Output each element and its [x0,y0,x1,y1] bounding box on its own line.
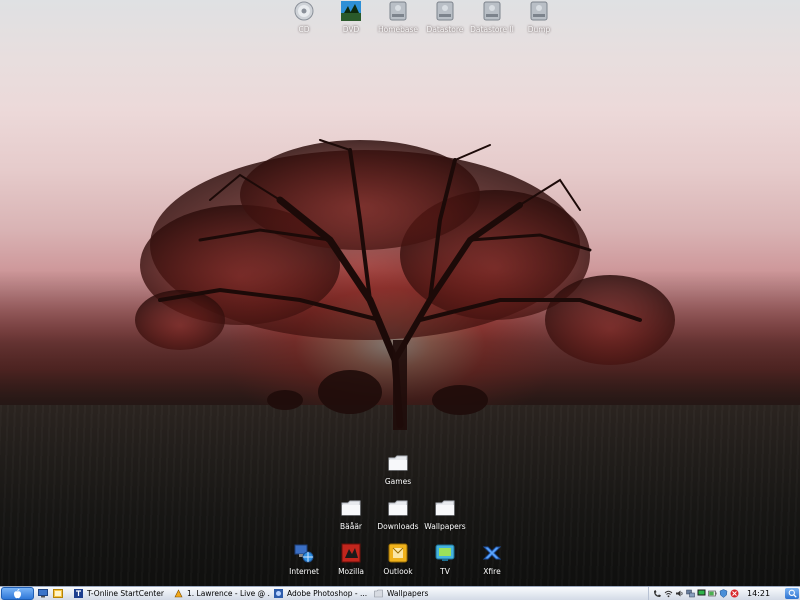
baaar-folder-label: Bäåär [339,522,363,531]
internet-label: Internet [289,567,319,576]
downloads-folder-label: Downloads [377,522,419,531]
network-globe-icon [294,544,314,563]
folder-icon [388,455,408,471]
tv-shortcut[interactable]: TV [418,542,472,576]
task-wallpapers[interactable]: Wallpapers [372,587,470,600]
winamp-icon [174,589,183,598]
show-desktop-quicklaunch[interactable] [37,588,49,599]
games-folder[interactable]: Games [371,452,425,486]
mozilla-shortcut[interactable]: Mozilla [324,542,378,576]
homebase-drive[interactable]: Homebase [371,0,425,34]
phone-icon[interactable] [653,589,662,598]
monitor-icon[interactable] [697,589,706,598]
shield-icon[interactable] [719,589,728,598]
wireless-icon[interactable] [664,589,673,598]
taskbar: T-Online StartCenter 1. Lawrence - Live … [0,586,800,600]
task-t-online-label: T-Online StartCenter [87,589,164,598]
dvd-drive-label: DVD [342,25,360,34]
system-tray: 14:21 [648,587,800,600]
photoshop-icon [274,589,283,598]
task-photoshop-label: Adobe Photoshop - ... [287,589,368,598]
xfire-label: Xfire [483,567,501,576]
security-icon[interactable] [730,589,739,598]
baaar-folder[interactable]: Bäåär [324,497,378,531]
battery-icon[interactable] [708,589,717,598]
t-online-icon [74,589,83,598]
outlook-label: Outlook [383,567,413,576]
task-list: T-Online StartCenter 1. Lawrence - Live … [72,587,472,600]
network-icon[interactable] [686,589,695,598]
hard-drive-icon [483,1,501,21]
folder-icon [388,500,408,516]
internet-shortcut[interactable]: Internet [277,542,331,576]
cd-drive[interactable]: CD [277,0,331,34]
show-desktop-icon [38,589,48,598]
desktop-wallpaper: CD DVD Homebase Datastore Datastore II D… [0,0,800,586]
search-icon [788,589,797,598]
tv-label: TV [440,567,450,576]
explorer-quicklaunch[interactable] [52,588,64,599]
folder-icon [341,500,361,516]
task-wallpapers-label: Wallpapers [387,589,429,598]
dvd-drive[interactable]: DVD [324,0,378,34]
cd-drive-icon [294,1,314,21]
hard-drive-icon [436,1,454,21]
hard-drive-icon [389,1,407,21]
folder-icon [435,500,455,516]
folder-icon [374,589,383,598]
datastore-ii-drive-label: Datastore II [470,25,514,34]
volume-icon[interactable] [675,589,684,598]
cd-drive-label: CD [298,25,310,34]
dvd-drive-icon [341,1,361,21]
dump-drive[interactable]: Dump [512,0,566,34]
games-folder-label: Games [384,477,412,486]
task-photoshop[interactable]: Adobe Photoshop - ... [272,587,370,600]
explorer-icon [53,589,63,598]
datastore-ii-drive[interactable]: Datastore II [465,0,519,34]
xfire-shortcut[interactable]: Xfire [465,542,519,576]
wallpapers-folder-label: Wallpapers [424,522,466,531]
task-winamp[interactable]: 1. Lawrence - Live @ ... [172,587,270,600]
outlook-icon [388,543,408,563]
wallpapers-folder[interactable]: Wallpapers [418,497,472,531]
outlook-shortcut[interactable]: Outlook [371,542,425,576]
downloads-folder[interactable]: Downloads [371,497,425,531]
apple-logo-icon [14,588,21,598]
clock[interactable]: 14:21 [747,589,770,598]
homebase-drive-label: Homebase [377,25,419,34]
task-winamp-label: 1. Lawrence - Live @ ... [187,589,270,598]
datastore-drive-label: Datastore [426,25,464,34]
datastore-drive[interactable]: Datastore [418,0,472,34]
mozilla-label: Mozilla [338,567,364,576]
start-button[interactable] [1,587,34,600]
tv-icon [435,544,455,561]
mozilla-icon [341,543,361,563]
search-button[interactable] [785,588,799,599]
task-t-online[interactable]: T-Online StartCenter [72,587,170,600]
dump-drive-label: Dump [527,25,551,34]
xfire-icon [482,546,502,560]
hard-drive-icon [530,1,548,21]
